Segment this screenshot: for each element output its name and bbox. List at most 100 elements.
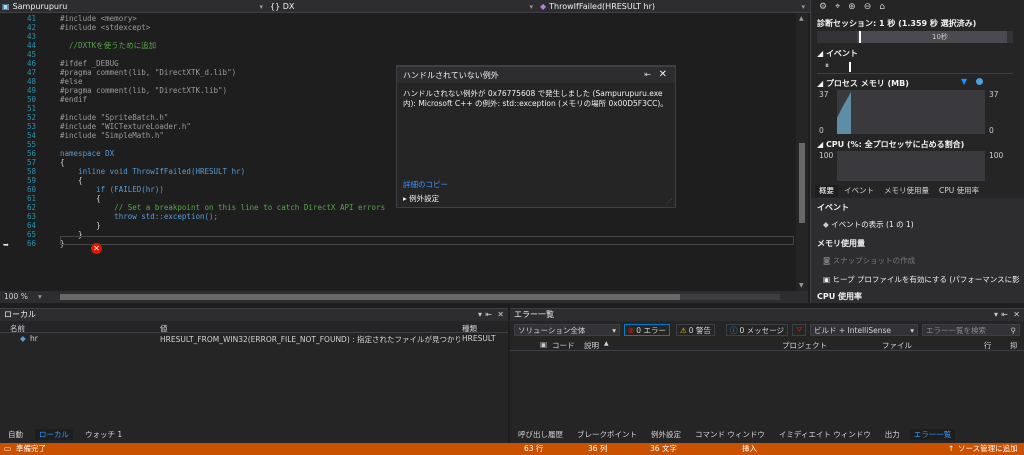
scope-dropdown[interactable]: ソリューション全体 ▾ bbox=[514, 324, 620, 336]
chevron-down-icon[interactable]: ▾ bbox=[38, 292, 42, 301]
add-to-source-control[interactable]: ソース管理に追加 bbox=[958, 443, 1018, 455]
show-events-link[interactable]: ◆ イベントの表示 (1 の 1) bbox=[823, 219, 914, 230]
line-number-gutter: 41 42 43 44 45 46 47 48 49 50 51 52 53 54 55 56 57 58 59 60… bbox=[0, 13, 60, 291]
code-line[interactable]: namespace DX bbox=[60, 149, 114, 159]
close-icon[interactable]: ✕ bbox=[497, 309, 504, 321]
messages-filter-button[interactable]: ⓘ 0 メッセージ bbox=[726, 324, 789, 336]
sort-icon[interactable]: ▣ bbox=[540, 340, 547, 349]
pin-icon[interactable]: ⇤ bbox=[485, 309, 492, 321]
close-icon[interactable]: ✕ bbox=[1013, 309, 1020, 321]
tab-item[interactable]: ブレークポイント bbox=[573, 429, 641, 440]
scrollbar-thumb[interactable] bbox=[60, 294, 680, 300]
scope-name: {} DX bbox=[270, 2, 295, 11]
build-filter-dropdown[interactable]: ビルド + IntelliSense ▾ bbox=[810, 324, 918, 336]
take-snapshot-button[interactable]: ◙ スナップショットの作成 bbox=[823, 255, 915, 266]
variable-value[interactable]: HRESULT_FROM_WIN32(ERROR_FILE_NOT_FOUND)… bbox=[160, 334, 460, 345]
tab-item[interactable]: イベント bbox=[840, 185, 878, 197]
exception-settings-expander[interactable]: ▸ 例外設定 bbox=[403, 193, 439, 204]
column-suppression-header[interactable]: 抑 bbox=[1010, 340, 1018, 351]
tab-item[interactable]: コマンド ウィンドウ bbox=[691, 429, 769, 440]
messages-count: 0 メッセージ bbox=[739, 325, 785, 335]
error-header-row: ▣ コード 説明 ▲ プロジェクト ファイル 行 抑 bbox=[510, 339, 1024, 351]
error-toolbar: ソリューション全体 ▾ ⊗ 0 エラー ⚠ 0 警告 ⓘ 0 メッセージ ⛛ ビルド +… bbox=[510, 321, 1024, 339]
warnings-filter-button[interactable]: ⚠ 0 警告 bbox=[676, 324, 715, 336]
memory-graph[interactable] bbox=[837, 90, 985, 134]
tab-item[interactable]: イミディエイト ウィンドウ bbox=[775, 429, 875, 440]
code-line[interactable]: //DXTKを使うために追加 bbox=[60, 41, 156, 51]
close-icon[interactable]: ✕ bbox=[659, 69, 667, 80]
column-project-header[interactable]: プロジェクト bbox=[782, 340, 827, 351]
locals-row[interactable]: ◆ hr HRESULT_FROM_WIN32(ERROR_FILE_NOT_F… bbox=[0, 333, 508, 344]
cpu-max-left: 100 bbox=[819, 151, 834, 160]
zoom-in-icon[interactable]: ⊕ bbox=[848, 2, 856, 12]
tab-item[interactable]: 例外設定 bbox=[647, 429, 685, 440]
status-icon: ▭ bbox=[4, 444, 12, 453]
tab-item[interactable]: ローカル bbox=[35, 428, 73, 440]
exception-settings-label: 例外設定 bbox=[409, 194, 440, 203]
filter-icon[interactable]: ⛛ bbox=[792, 324, 807, 336]
memory-min-left: 0 bbox=[819, 126, 824, 135]
project-combo[interactable]: ▣ Sampurupuru ▾ bbox=[2, 1, 266, 12]
column-file-header[interactable]: ファイル bbox=[882, 340, 912, 351]
scroll-up-icon[interactable]: ▲ bbox=[799, 15, 804, 22]
memory-max-left: 37 bbox=[819, 90, 829, 99]
scroll-down-icon[interactable]: ▼ bbox=[799, 282, 804, 289]
error-search-input[interactable]: エラー一覧を検索 ⚲ bbox=[922, 324, 1020, 336]
horizontal-scrollbar[interactable] bbox=[60, 294, 780, 300]
tab-item[interactable]: CPU 使用率 bbox=[935, 185, 983, 197]
timeline-label: 10秒 bbox=[932, 33, 948, 41]
cpu-section-header[interactable]: ◢ CPU (%: 全プロセッサに占める割合) bbox=[817, 139, 964, 150]
zoom-level[interactable]: 100 % bbox=[4, 292, 28, 301]
error-icon: ✕ bbox=[91, 243, 102, 254]
locals-title: ローカル bbox=[4, 310, 36, 319]
variable-type: HRESULT bbox=[462, 334, 496, 343]
scm-up-icon: ↑ bbox=[948, 444, 955, 453]
settings-icon[interactable]: ⚙ bbox=[819, 2, 827, 12]
heap-profile-toggle[interactable]: ▣ ヒープ プロファイルを有効にする (パフォーマンスに影 bbox=[823, 274, 1020, 285]
resize-grip-icon[interactable]: ⋰ bbox=[666, 198, 672, 205]
pin-icon[interactable]: ⇤ bbox=[644, 70, 651, 79]
pin-icon[interactable]: ⇤ bbox=[1001, 309, 1008, 321]
tab-item[interactable]: エラー一覧 bbox=[909, 428, 956, 440]
memory-section-header[interactable]: ◢ プロセス メモリ (MB) bbox=[817, 78, 909, 89]
info-icon: ⓘ bbox=[730, 325, 738, 335]
events-section-header[interactable]: ◢ イベント bbox=[817, 48, 858, 59]
pause-icon: ⏸ bbox=[825, 61, 829, 70]
error-icon: ⊗ bbox=[628, 325, 635, 335]
code-line[interactable]: inline void ThrowIfFailed(HRESULT hr) bbox=[60, 167, 245, 177]
errors-count: 0 エラー bbox=[636, 325, 666, 335]
zoom-out-icon[interactable]: ⊖ bbox=[864, 2, 872, 12]
tab-item[interactable]: 出力 bbox=[881, 429, 904, 440]
reset-zoom-icon[interactable]: ⌂ bbox=[879, 2, 885, 12]
popup-title: ハンドルされていない例外 bbox=[403, 70, 499, 80]
tab-item[interactable]: ウォッチ 1 bbox=[81, 429, 126, 440]
diag-toolbar: ⚙ ⌖ ⊕ ⊖ ⌂ bbox=[819, 2, 885, 12]
copy-details-link[interactable]: 詳細のコピー bbox=[403, 179, 448, 190]
dropdown-icon[interactable]: ▾ bbox=[994, 309, 998, 321]
column-code-header[interactable]: コード bbox=[552, 340, 575, 351]
vertical-scrollbar[interactable]: ▲ ▼ bbox=[796, 13, 808, 291]
code-line[interactable]: #include <stdexcept> bbox=[60, 23, 150, 33]
navigation-bar: ▣ Sampurupuru ▾ {} DX ▾ ◆ ThrowIfFailed(… bbox=[0, 0, 810, 13]
errors-filter-button[interactable]: ⊗ 0 エラー bbox=[624, 324, 670, 336]
cpu-graph[interactable] bbox=[837, 151, 985, 181]
tab-item[interactable]: 概要 bbox=[815, 185, 838, 197]
tab-item[interactable]: メモリ使用量 bbox=[880, 185, 933, 197]
tab-item[interactable]: 呼び出し履歴 bbox=[514, 429, 567, 440]
code-line[interactable]: #pragma comment(lib, "DirectXTK_d.lib") bbox=[60, 68, 236, 78]
code-line[interactable]: #endif bbox=[60, 95, 87, 105]
code-line[interactable]: #include "SimpleMath.h" bbox=[60, 131, 164, 141]
column-line-header[interactable]: 行 bbox=[984, 340, 992, 351]
memory-max-right: 37 bbox=[989, 90, 999, 99]
select-tool-icon[interactable]: ⌖ bbox=[835, 2, 840, 12]
dropdown-icon[interactable]: ▾ bbox=[478, 309, 482, 321]
locals-header-row: 名前 値 種類 bbox=[0, 321, 508, 333]
line-number: 66 bbox=[26, 239, 36, 248]
member-combo[interactable]: ◆ ThrowIfFailed(HRESULT hr) ▾ bbox=[540, 1, 808, 12]
scrollbar-thumb[interactable] bbox=[799, 143, 805, 223]
scope-combo[interactable]: {} DX ▾ bbox=[270, 1, 536, 12]
column-description-header[interactable]: 説明 bbox=[584, 340, 599, 351]
tab-item[interactable]: 自動 bbox=[4, 429, 27, 440]
timeline-ruler[interactable]: 10秒 bbox=[817, 31, 1013, 43]
event-marker bbox=[849, 62, 851, 72]
